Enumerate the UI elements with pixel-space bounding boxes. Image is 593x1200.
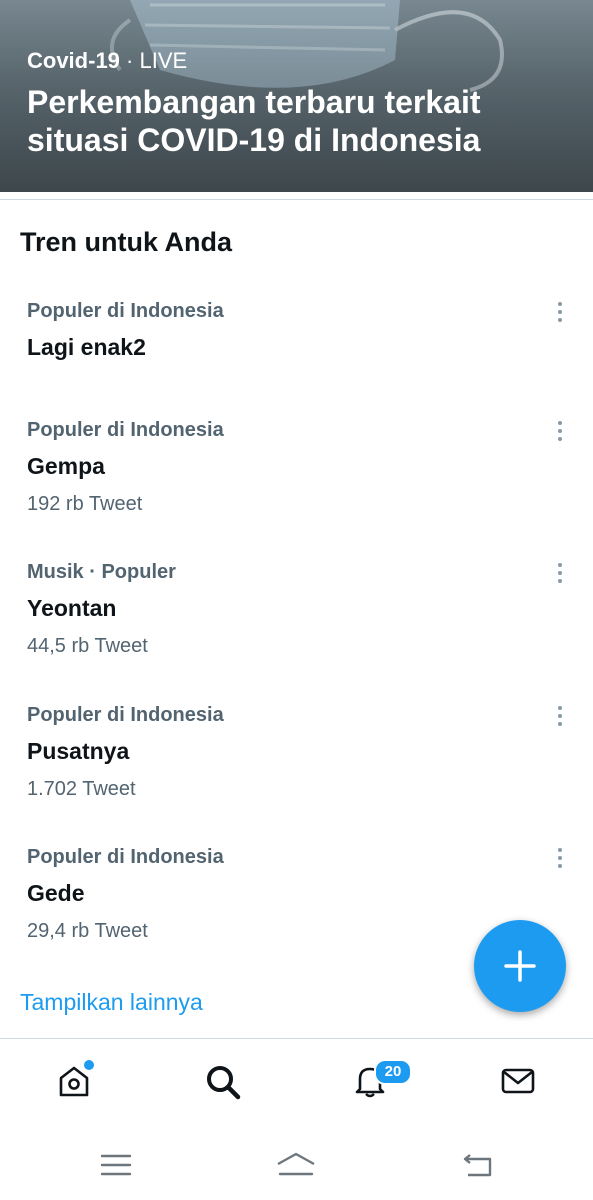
banner-meta: Covid-19 · LIVE [27, 48, 187, 74]
trend-name: Gede [27, 880, 85, 906]
trend-tweet-count: 192 rb Tweet [27, 493, 143, 515]
plus-icon [504, 950, 536, 982]
system-back-button[interactable] [456, 1147, 500, 1183]
system-navigation-bar [0, 1129, 593, 1200]
new-content-dot [84, 1060, 94, 1070]
trend-name: Gempa [27, 453, 105, 479]
trend-item[interactable]: Populer di Indonesia Lagi enak2 [0, 300, 593, 400]
more-options-button[interactable] [548, 294, 572, 330]
banner-title: Perkembangan terbaru terkait situasi COV… [27, 84, 481, 158]
section-title: Tren untuk Anda [20, 227, 233, 257]
more-options-button[interactable] [548, 413, 572, 449]
tab-search[interactable] [202, 1061, 242, 1101]
more-options-button[interactable] [548, 840, 572, 876]
compose-tweet-button[interactable] [474, 920, 566, 1012]
trend-item[interactable]: Populer di Indonesia Gempa 192 rb Tweet [0, 419, 593, 529]
trend-context: Populer di Indonesia [27, 704, 224, 726]
notification-badge: 20 [374, 1059, 412, 1085]
trend-tweet-count: 44,5 rb Tweet [27, 635, 148, 657]
home-nav-icon [277, 1152, 315, 1176]
trend-name: Yeontan [27, 595, 117, 621]
trend-item[interactable]: Populer di Indonesia Pusatnya 1.702 Twee… [0, 704, 593, 814]
trend-tweet-count: 29,4 rb Tweet [27, 920, 148, 942]
menu-icon [100, 1154, 132, 1176]
system-home-button[interactable] [274, 1147, 318, 1183]
trend-context: Musik · Populer [27, 561, 176, 583]
trend-context: Populer di Indonesia [27, 300, 224, 322]
more-options-button[interactable] [548, 698, 572, 734]
trend-context: Populer di Indonesia [27, 846, 224, 868]
banner-separator: · [126, 48, 134, 73]
banner-category: Covid-19 [27, 48, 120, 73]
mail-icon [501, 1068, 535, 1094]
back-icon [463, 1154, 492, 1177]
trend-name: Lagi enak2 [27, 334, 146, 360]
tab-messages[interactable] [498, 1061, 538, 1101]
live-event-banner[interactable]: Covid-19 · LIVE Perkembangan terbaru ter… [0, 0, 593, 192]
more-options-button[interactable] [548, 555, 572, 591]
trend-context: Populer di Indonesia [27, 419, 224, 441]
show-more-link[interactable]: Tampilkan lainnya [20, 989, 203, 1016]
trend-item[interactable]: Musik · Populer Yeontan 44,5 rb Tweet [0, 561, 593, 671]
trend-name: Pusatnya [27, 738, 130, 764]
recent-apps-button[interactable] [94, 1147, 138, 1183]
divider [0, 199, 593, 200]
banner-status: LIVE [139, 48, 188, 73]
search-icon [207, 1066, 241, 1100]
bottom-tab-bar: 20 [0, 1039, 593, 1129]
trend-tweet-count: 1.702 Tweet [27, 778, 136, 800]
